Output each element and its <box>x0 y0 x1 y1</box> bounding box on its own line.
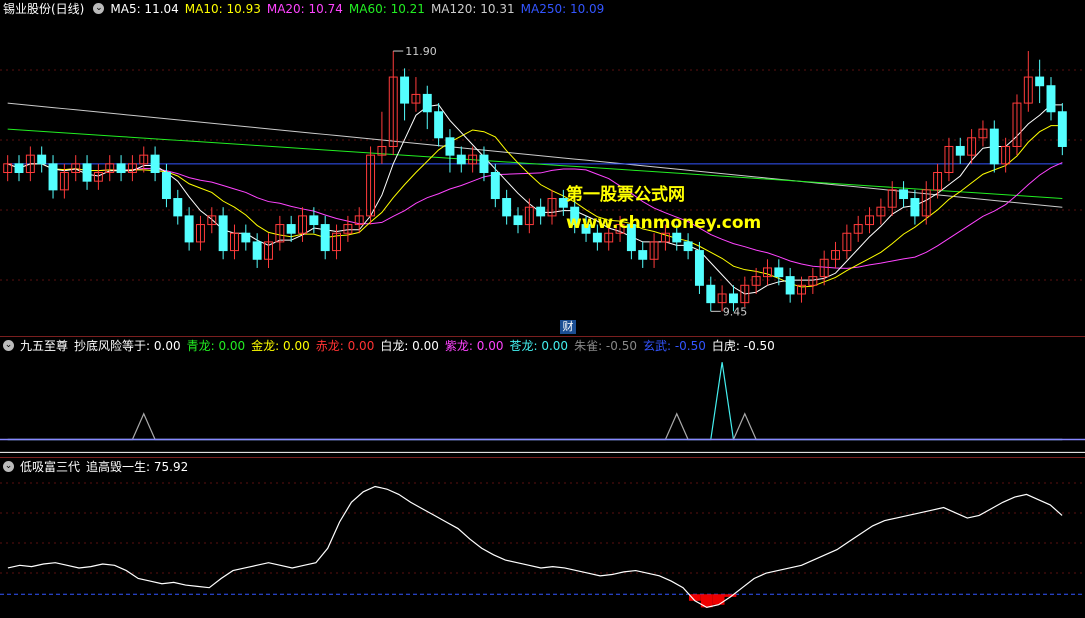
main-chart-svg[interactable]: 11.90 9.45 <box>0 0 1085 336</box>
candle-body-4 <box>48 163 58 191</box>
candle-body-60 <box>683 241 693 252</box>
candle-body-79 <box>899 189 909 200</box>
indicator-1-legend-item-4: 白龙: 0.00 <box>380 339 439 353</box>
indicator-2-legend-item-0: 追高毁一生: 75.92 <box>86 460 189 474</box>
candle-body-45 <box>513 215 523 226</box>
indicator-2-negative-bar-60 <box>712 594 725 605</box>
candle-body-1 <box>14 163 24 174</box>
candle-body-91 <box>1035 76 1045 87</box>
candle-body-35 <box>400 76 410 104</box>
collapse-indicator-1-icon[interactable]: ⌄ <box>3 340 14 351</box>
indicator-1-legend-item-7: 朱雀: -0.50 <box>574 339 637 353</box>
candle-body-15 <box>173 198 183 217</box>
candle-body-47 <box>536 206 546 217</box>
watermark-url: www.chnmoney.com <box>566 213 762 233</box>
indicator-1-legend-item-5: 紫龙: 0.00 <box>444 339 504 353</box>
candle-body-21 <box>241 232 251 243</box>
indicator-1-legend-item-9: 白虎: -0.50 <box>711 339 775 353</box>
candle-body-69 <box>785 276 795 295</box>
indicator-2-legend: ⌄ 低吸富三代 追高毁一生: 75.92 <box>0 458 200 476</box>
indicator-1-title: 九五至尊 <box>20 339 69 353</box>
candle-body-13 <box>150 154 160 174</box>
indicator-1-series-1 <box>7 412 1063 441</box>
price-annotation-1: 9.45 <box>723 305 748 318</box>
ma-legend-item-1: MA10: 10.93 <box>184 2 261 16</box>
indicator-1-legend-item-1: 青龙: 0.00 <box>186 339 246 353</box>
ma-legend-item-4: MA120: 10.31 <box>430 2 515 16</box>
indicator-2-title: 低吸富三代 <box>20 460 81 474</box>
candle-body-38 <box>434 111 444 139</box>
indicator-1-legend-item-3: 赤龙: 0.00 <box>315 339 375 353</box>
main-title: 锡业股份(日线) <box>3 2 85 16</box>
price-annotation-0: 11.90 <box>405 45 437 58</box>
indicator-2-series-line <box>7 485 1063 609</box>
candle-body-40 <box>456 154 466 165</box>
candle-body-44 <box>502 198 512 217</box>
indicator-panel-2[interactable]: ⌄ 低吸富三代 追高毁一生: 75.92 <box>0 458 1085 618</box>
candle-body-14 <box>161 172 171 200</box>
indicator-2-negative-bar-58 <box>688 594 701 601</box>
candle-body-64 <box>728 293 738 304</box>
collapse-main-icon[interactable]: ⌄ <box>93 3 105 14</box>
candle-body-25 <box>286 224 296 234</box>
candle-body-22 <box>252 241 262 260</box>
candle-body-87 <box>989 128 999 165</box>
indicator-1-legend-item-6: 苍龙: 0.00 <box>509 339 569 353</box>
candle-body-80 <box>910 198 920 217</box>
candle-body-43 <box>490 172 500 200</box>
candle-body-42 <box>479 154 489 174</box>
candle-body-93 <box>1057 111 1067 147</box>
candle-body-19 <box>218 215 228 252</box>
candle-body-3 <box>37 154 47 165</box>
candle-body-61 <box>694 250 704 286</box>
candle-body-7 <box>82 163 92 182</box>
candle-body-37 <box>422 93 432 113</box>
ma-legend-item-2: MA20: 10.74 <box>266 2 343 16</box>
indicator-1-legend-item-8: 玄武: -0.50 <box>642 339 706 353</box>
indicator-2-svg[interactable] <box>0 458 1085 618</box>
candle-body-27 <box>309 215 319 226</box>
indicator-1-legend-item-2: 金龙: 0.00 <box>251 339 310 353</box>
ma5-line <box>7 104 1063 295</box>
ma10-line <box>7 125 1063 288</box>
finance-marker[interactable]: 财 <box>560 320 576 334</box>
watermark-cn: 第一股票公式网 <box>566 185 685 205</box>
candle-body-62 <box>706 284 716 304</box>
candle-body-28 <box>320 224 330 252</box>
main-chart-panel[interactable]: 11.90 9.45 锡业股份(日线) ⌄ MA5: 11.04 MA10: 10.93… <box>0 0 1085 336</box>
ma-legend-item-5: MA250: 10.09 <box>520 2 605 16</box>
indicator-1-legend: ⌄ 九五至尊 抄底风险等于: 0.00 青龙: 0.00 金龙: 0.00 赤龙: 0.0… <box>0 337 787 355</box>
indicator-1-series-0 <box>7 362 1063 441</box>
indicator-1-legend-item-0: 抄底风险等于: 0.00 <box>74 339 181 353</box>
candle-body-68 <box>774 267 784 278</box>
candle-body-52 <box>592 232 602 243</box>
main-legend: 锡业股份(日线) ⌄ MA5: 11.04 MA10: 10.93 MA20: 10.7… <box>0 0 616 18</box>
indicator-panel-1[interactable]: ⌄ 九五至尊 抄底风险等于: 0.00 青龙: 0.00 金龙: 0.00 赤龙: 0.0… <box>0 337 1085 457</box>
ma-legend-item-3: MA60: 10.21 <box>348 2 425 16</box>
candle-body-10 <box>116 163 126 174</box>
candle-body-84 <box>955 145 965 156</box>
candle-body-16 <box>184 215 194 243</box>
candle-body-56 <box>638 250 648 260</box>
candle-body-59 <box>672 232 682 243</box>
candle-body-39 <box>445 137 455 156</box>
indicator-1-svg[interactable] <box>0 337 1085 457</box>
collapse-indicator-2-icon[interactable]: ⌄ <box>3 461 14 472</box>
ma-legend-item-0: MA5: 11.04 <box>110 2 179 16</box>
candle-body-92 <box>1046 85 1056 113</box>
